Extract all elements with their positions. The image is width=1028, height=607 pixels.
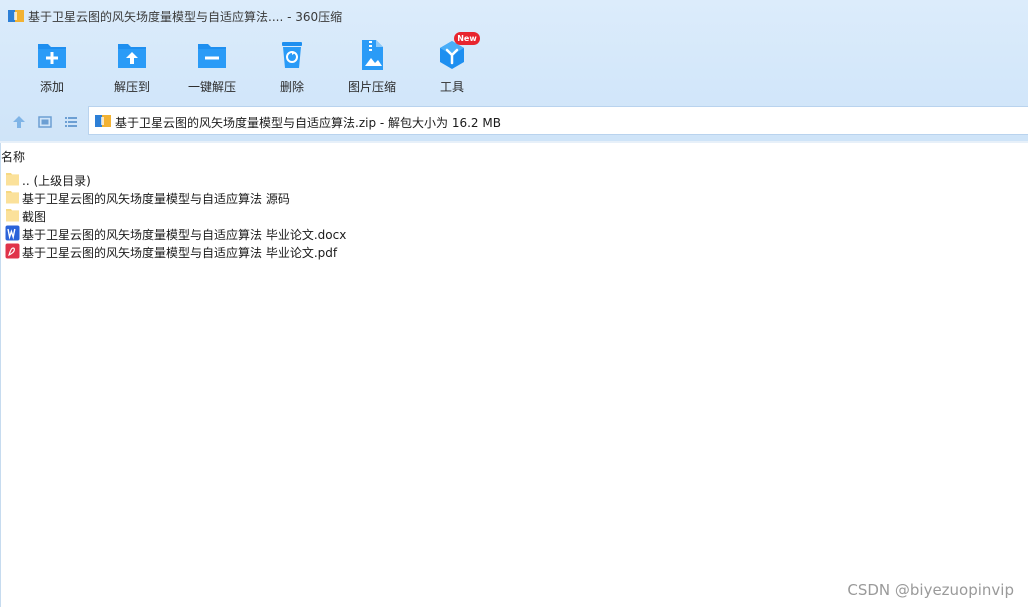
extract-to-button[interactable]: 解压到 [92,38,172,100]
extract-to-label: 解压到 [113,80,150,94]
delete-button[interactable]: 删除 [252,38,332,100]
folder-icon [6,191,19,204]
zip-archive-icon [95,115,111,127]
file-list: 名称 .. (上级目录) 基于卫星云图的风矢场度量模型与自适应算法 源码 截图 [0,143,1028,607]
watermark-text: CSDN @biyezuopinvip [847,581,1014,599]
title-bar: 基于卫星云图的风矢场度量模型与自适应算法.... - 360压缩 [0,0,1028,32]
add-button-label: 添加 [39,80,64,94]
recycle-bin-icon [282,42,302,68]
list-item-parent-dir[interactable]: .. (上级目录) [3,170,503,188]
name-column-header[interactable]: 名称 [1,148,25,165]
tools-label: 工具 [439,80,464,94]
new-badge: New [454,32,480,45]
archive-path-text: 基于卫星云图的风矢场度量模型与自适应算法.zip - 解包大小为 16.2 MB [115,116,501,130]
list-item-name: 基于卫星云图的风矢场度量模型与自适应算法 毕业论文.pdf [22,246,338,260]
image-compress-button[interactable]: 图片压缩 [332,38,412,100]
list-item-docx[interactable]: 基于卫星云图的风矢场度量模型与自适应算法 毕业论文.docx [3,224,503,242]
up-level-icon[interactable] [12,115,26,129]
pdf-document-icon [5,243,20,259]
list-item-name: 基于卫星云图的风矢场度量模型与自适应算法 源码 [22,192,290,206]
one-click-extract-icon [198,44,226,68]
one-click-extract-label: 一键解压 [187,80,236,94]
extract-to-icon [118,44,146,68]
list-view-icon[interactable] [64,115,78,129]
archive-app-icon [8,10,24,22]
tools-button[interactable]: 工具 [412,38,492,100]
thumbnail-view-icon[interactable] [38,115,52,129]
add-folder-icon [38,44,66,68]
address-bar[interactable]: 基于卫星云图的风矢场度量模型与自适应算法.zip - 解包大小为 16.2 MB [88,106,1028,135]
word-document-icon [5,225,20,241]
folder-icon [6,209,19,222]
one-click-extract-button[interactable]: 一键解压 [172,38,252,100]
list-item-name: 基于卫星云图的风矢场度量模型与自适应算法 毕业论文.docx [22,228,347,242]
list-item-name: 截图 [22,210,47,224]
list-item-screenshot-folder[interactable]: 截图 [3,206,503,224]
list-item-name: .. (上级目录) [22,174,91,188]
app-window: 基于卫星云图的风矢场度量模型与自适应算法.... - 360压缩 添加 解压到 [0,0,1028,607]
top-chrome: 基于卫星云图的风矢场度量模型与自适应算法.... - 360压缩 添加 解压到 [0,0,1028,141]
delete-label: 删除 [279,80,304,94]
image-compress-label: 图片压缩 [347,80,396,94]
list-item-source-folder[interactable]: 基于卫星云图的风矢场度量模型与自适应算法 源码 [3,188,503,206]
add-button[interactable]: 添加 [12,38,92,100]
list-item-pdf[interactable]: 基于卫星云图的风矢场度量模型与自适应算法 毕业论文.pdf [3,242,503,260]
image-compress-icon [362,40,383,70]
folder-icon [6,173,19,186]
window-title: 基于卫星云图的风矢场度量模型与自适应算法.... - 360压缩 [28,10,343,24]
